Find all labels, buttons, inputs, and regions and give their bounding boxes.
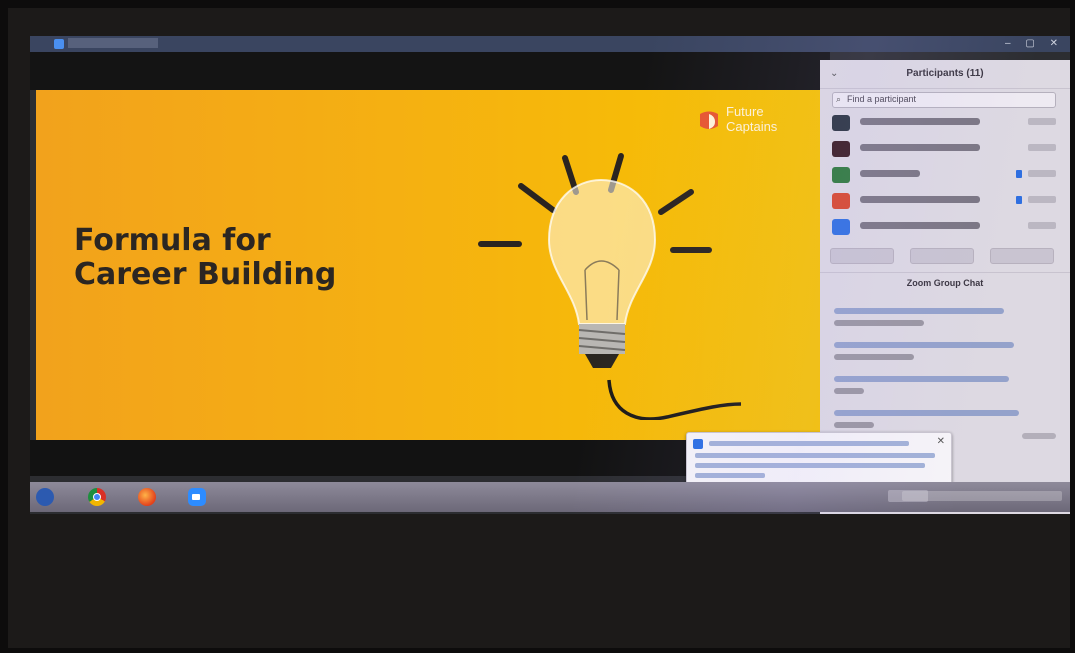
notification-line xyxy=(695,463,925,468)
raised-hand-icon xyxy=(1016,170,1022,178)
chat-notification-popup[interactable]: ✕ xyxy=(686,432,952,488)
participant-name xyxy=(860,222,980,229)
taskbar xyxy=(30,482,1070,512)
raised-hand-icon xyxy=(1016,196,1022,204)
chat-message-line xyxy=(834,422,874,428)
screen-share-top-bar xyxy=(30,52,830,90)
slide-title: Formula for Career Building xyxy=(74,224,336,292)
chat-header: Zoom Group Chat xyxy=(820,272,1070,293)
avatar xyxy=(832,167,850,183)
mic-video-icons xyxy=(1028,222,1056,229)
light-bulb-illustration xyxy=(478,153,741,420)
participant-action-buttons xyxy=(830,248,1054,264)
file-button[interactable] xyxy=(1022,433,1056,439)
notification-line xyxy=(695,453,935,458)
mic-video-icons xyxy=(1028,118,1056,125)
participant-name xyxy=(860,144,980,151)
window-title xyxy=(68,38,158,48)
avatar xyxy=(832,141,850,157)
chat-message-line xyxy=(834,376,1009,382)
participant-search-input[interactable]: ⌕ Find a participant xyxy=(832,92,1056,108)
mic-video-icons xyxy=(1028,170,1056,177)
chat-message-line xyxy=(834,308,1004,314)
zoom-app-icon xyxy=(54,39,64,49)
raise-hand-button[interactable] xyxy=(990,248,1054,264)
window-controls[interactable]: – ▢ ✕ xyxy=(1005,38,1064,49)
zoom-icon[interactable] xyxy=(188,488,206,506)
participant-row[interactable] xyxy=(828,190,1064,216)
unmute-me-button[interactable] xyxy=(910,248,974,264)
screen: – ▢ ✕ Future Captains Formula for Career… xyxy=(30,36,1070,514)
participants-title: Participants (11) xyxy=(906,68,984,79)
notification-line xyxy=(695,473,765,478)
invite-button[interactable] xyxy=(830,248,894,264)
participants-header: ⌄ Participants (11) xyxy=(820,60,1070,89)
slide-title-line-2: Career Building xyxy=(74,257,337,292)
chat-message-line xyxy=(834,388,864,394)
slide-title-line-1: Formula for xyxy=(74,223,271,258)
chat-title: Zoom Group Chat xyxy=(906,278,984,288)
notification-line xyxy=(709,441,909,446)
close-icon[interactable]: ✕ xyxy=(937,436,945,447)
participant-row[interactable] xyxy=(828,112,1064,138)
system-tray[interactable] xyxy=(902,491,1062,501)
chat-message-line xyxy=(834,410,1019,416)
window-titlebar: – ▢ ✕ xyxy=(30,36,1070,52)
shared-slide: Future Captains Formula for Career Build… xyxy=(36,90,826,440)
chrome-icon[interactable] xyxy=(88,488,106,506)
start-button[interactable] xyxy=(36,488,54,506)
mic-video-icons xyxy=(1028,196,1056,203)
participant-row[interactable] xyxy=(828,216,1064,242)
chat-message-line xyxy=(834,320,924,326)
participant-row[interactable] xyxy=(828,164,1064,190)
chat-message-line xyxy=(834,354,914,360)
avatar xyxy=(832,219,850,235)
participant-row[interactable] xyxy=(828,138,1064,164)
participant-name xyxy=(860,196,980,203)
firefox-icon[interactable] xyxy=(138,488,156,506)
brand-line-1: Future xyxy=(726,104,764,119)
participant-search-placeholder: Find a participant xyxy=(847,94,917,104)
participant-name xyxy=(860,118,980,125)
participant-list xyxy=(828,112,1064,242)
participant-name xyxy=(860,170,920,177)
search-icon: ⌕ xyxy=(836,94,842,104)
mic-video-icons xyxy=(1028,144,1056,151)
chat-message-line xyxy=(834,342,1014,348)
zoom-chat-icon xyxy=(693,439,703,449)
avatar xyxy=(832,115,850,131)
avatar xyxy=(832,193,850,209)
